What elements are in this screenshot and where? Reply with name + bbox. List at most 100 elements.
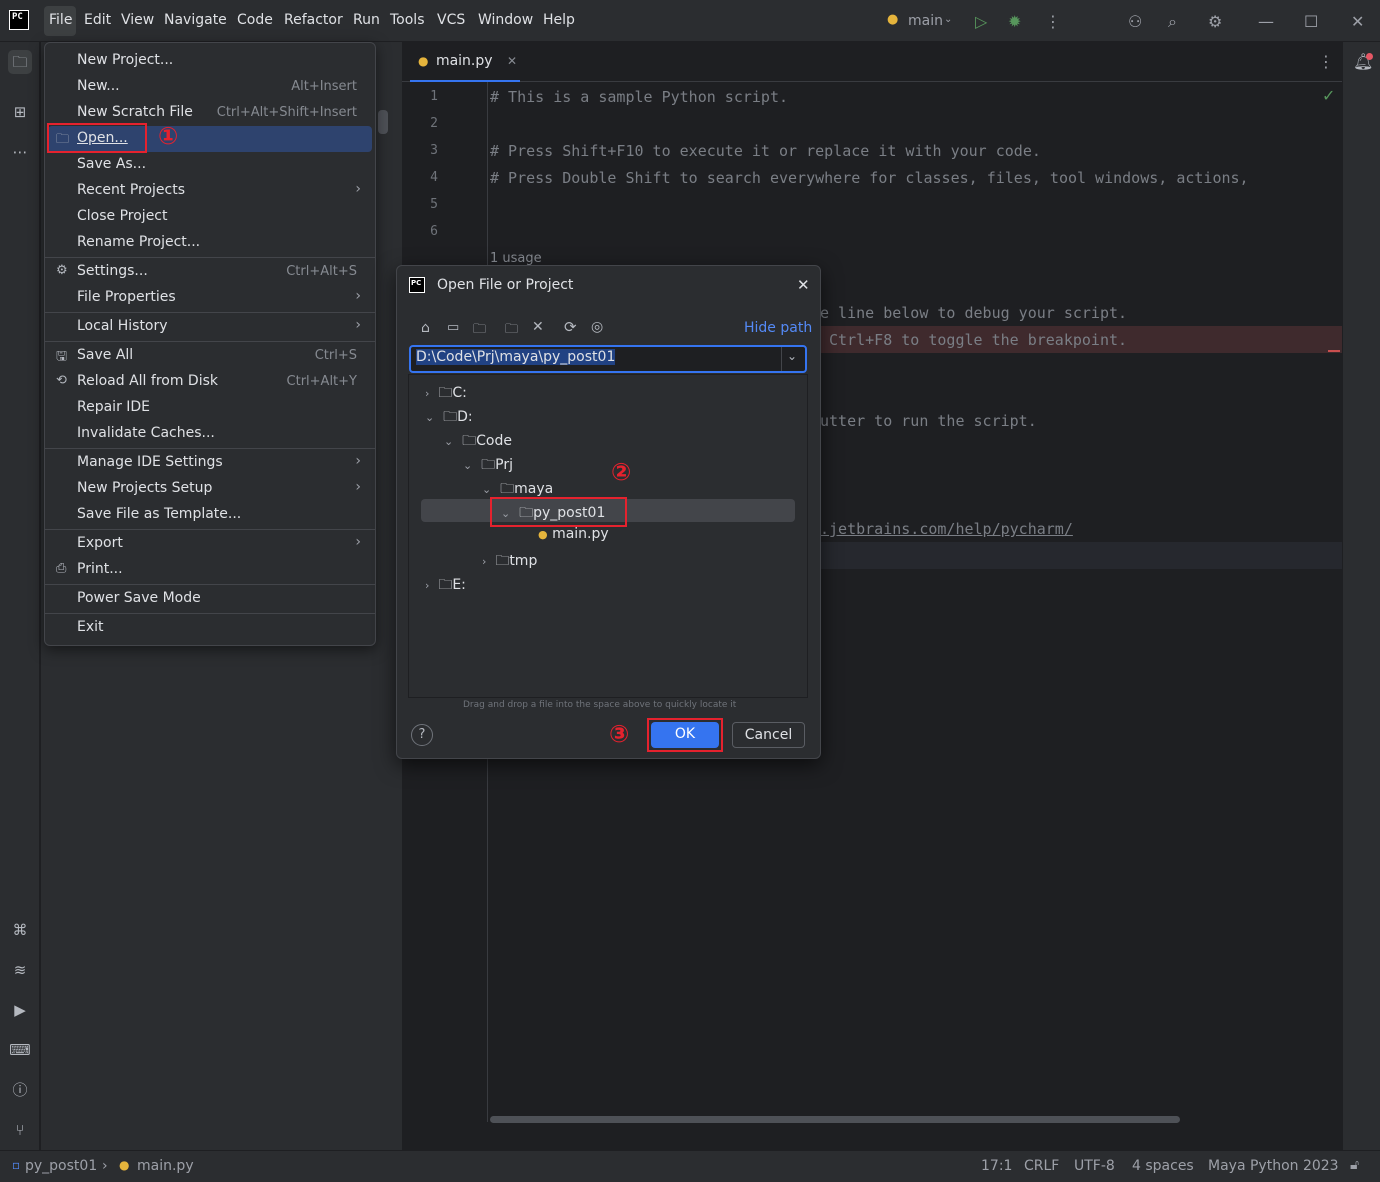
tree-node-tmp[interactable]: › 🗀tmp <box>482 550 537 574</box>
usage-hint[interactable]: 1 usage <box>490 251 542 266</box>
tab-main-py[interactable]: ● main.py ✕ <box>410 42 520 82</box>
error-stripe-marker[interactable] <box>1328 350 1340 352</box>
caret-position[interactable]: 17:1 <box>981 1158 1012 1174</box>
delete-icon[interactable]: ✕ <box>532 319 544 335</box>
branch-selector[interactable]: main <box>908 13 943 29</box>
menu-item-new-projects-setup[interactable]: New Projects Setup › <box>45 476 375 502</box>
chevron-down-icon[interactable]: ⌄ <box>425 411 434 424</box>
search-icon[interactable]: ⌕ <box>1168 12 1177 32</box>
inspection-ok-icon[interactable]: ✓ <box>1322 86 1335 105</box>
menu-item-print[interactable]: ⎙ Print... <box>45 557 375 583</box>
lock-icon[interactable]: 🔓︎ <box>1350 1157 1359 1173</box>
menu-help[interactable]: Help <box>543 12 575 28</box>
menu-item-rename-project[interactable]: Rename Project... <box>45 230 375 256</box>
refresh-icon[interactable]: ⟳ <box>564 318 577 336</box>
tree-node-d[interactable]: ⌄ 🗀D: <box>425 406 473 430</box>
indent-setting[interactable]: 4 spaces <box>1132 1158 1194 1174</box>
show-hidden-icon[interactable]: ◎ <box>591 319 603 335</box>
breadcrumb-project[interactable]: py_post01 <box>25 1158 97 1174</box>
debug-icon[interactable]: ✹ <box>1008 12 1021 31</box>
menu-item-power-save-mode[interactable]: Power Save Mode <box>45 586 375 612</box>
structure-icon[interactable]: ⊞ <box>8 100 32 124</box>
menu-run[interactable]: Run <box>353 12 380 28</box>
chevron-down-icon[interactable]: ⌄ <box>944 14 952 25</box>
project-folder-icon[interactable]: 🗀 <box>8 50 32 74</box>
code-fragment[interactable]: utter to run the script. <box>820 412 1037 430</box>
menu-item-recent-projects[interactable]: Recent Projects › <box>45 178 375 204</box>
menu-item-settings[interactable]: ⚙ Settings... Ctrl+Alt+S <box>45 259 375 285</box>
menu-file[interactable]: File <box>44 6 76 36</box>
chevron-down-icon[interactable]: ⌄ <box>444 435 453 448</box>
menu-tools[interactable]: Tools <box>390 12 425 28</box>
settings-icon[interactable]: ⚙ <box>1208 12 1222 31</box>
menu-code[interactable]: Code <box>237 12 273 28</box>
menu-item-new[interactable]: New... Alt+Insert <box>45 74 375 100</box>
tree-node-e[interactable]: › 🗀E: <box>425 574 466 598</box>
menu-item-local-history[interactable]: Local History › <box>45 314 375 340</box>
menu-item-repair-ide[interactable]: Repair IDE <box>45 395 375 421</box>
tree-node-c[interactable]: › 🗀C: <box>425 382 467 406</box>
python-interpreter[interactable]: Maya Python 2023 <box>1208 1158 1339 1174</box>
hide-path-link[interactable]: Hide path <box>744 320 812 336</box>
minimize-icon[interactable]: — <box>1258 12 1274 31</box>
tree-node-prj[interactable]: ⌄ 🗀Prj <box>463 454 513 478</box>
git-icon[interactable]: ⑂ <box>8 1118 32 1142</box>
code-line[interactable]: # This is a sample Python script. <box>490 88 788 106</box>
tab-close-icon[interactable]: ✕ <box>507 54 517 68</box>
code-line[interactable]: # Press Shift+F10 to execute it or repla… <box>490 142 1041 160</box>
problems-icon[interactable]: ⓘ <box>8 1078 32 1102</box>
chevron-right-icon[interactable]: › <box>482 555 486 568</box>
editor-more-icon[interactable]: ⋮ <box>1318 52 1334 71</box>
menu-edit[interactable]: Edit <box>84 12 111 28</box>
code-fragment[interactable]: e line below to debug your script. <box>820 304 1127 322</box>
menu-vcs[interactable]: VCS <box>437 12 465 28</box>
path-history-chevron-down-icon[interactable]: ⌄ <box>787 349 797 363</box>
menu-item-close-project[interactable]: Close Project <box>45 204 375 230</box>
horizontal-scrollbar[interactable] <box>490 1116 1180 1123</box>
python-console-icon[interactable]: ⌘ <box>8 918 32 942</box>
menu-item-reload-all[interactable]: ⟲ Reload All from Disk Ctrl+Alt+Y <box>45 369 375 395</box>
menu-window[interactable]: Window <box>478 12 533 28</box>
menu-item-save-all[interactable]: 🖫 Save All Ctrl+S <box>45 343 375 369</box>
tree-node-main-py[interactable]: ● main.py <box>538 526 609 542</box>
dialog-close-icon[interactable]: ✕ <box>797 276 810 294</box>
more-horiz-icon[interactable]: ⋯ <box>8 140 32 164</box>
code-line[interactable]: # Press Double Shift to search everywher… <box>490 169 1330 187</box>
more-vert-icon[interactable]: ⋮ <box>1045 12 1061 31</box>
new-folder-icon[interactable]: 🗀 <box>505 320 518 342</box>
run-icon[interactable]: ▷ <box>975 12 987 31</box>
chevron-down-icon[interactable]: ⌄ <box>463 459 472 472</box>
menu-item-file-properties[interactable]: File Properties › <box>45 285 375 311</box>
add-user-icon[interactable]: ⚇ <box>1128 12 1142 31</box>
close-icon[interactable]: ✕ <box>1351 12 1364 31</box>
help-button[interactable]: ? <box>411 724 433 746</box>
menu-navigate[interactable]: Navigate <box>164 12 227 28</box>
menu-item-save-file-as-template[interactable]: Save File as Template... <box>45 502 375 528</box>
services-icon[interactable]: ▶ <box>8 998 32 1022</box>
panel-scrollbar[interactable] <box>378 110 388 134</box>
breadcrumb-file[interactable]: main.py <box>137 1158 194 1174</box>
code-fragment[interactable]: Ctrl+F8 to toggle the breakpoint. <box>820 331 1127 349</box>
help-link[interactable]: .jetbrains.com/help/pycharm/ <box>820 520 1073 538</box>
menu-item-new-project[interactable]: New Project... <box>45 48 375 74</box>
file-encoding[interactable]: UTF-8 <box>1074 1158 1115 1174</box>
menu-item-export[interactable]: Export › <box>45 531 375 557</box>
menu-item-invalidate-caches[interactable]: Invalidate Caches... <box>45 421 375 447</box>
line-separator[interactable]: CRLF <box>1024 1158 1059 1174</box>
layers-icon[interactable]: ≋ <box>8 958 32 982</box>
maximize-icon[interactable]: ☐ <box>1304 12 1318 31</box>
menu-item-manage-ide-settings[interactable]: Manage IDE Settings › <box>45 450 375 476</box>
terminal-icon[interactable]: ⌨ <box>8 1038 32 1062</box>
home-icon[interactable]: ⌂ <box>421 320 430 336</box>
desktop-icon[interactable]: ▭ <box>447 320 459 335</box>
chevron-right-icon[interactable]: › <box>425 579 429 592</box>
menu-refactor[interactable]: Refactor <box>284 12 343 28</box>
chevron-down-icon[interactable]: ⌄ <box>482 483 491 496</box>
chevron-right-icon[interactable]: › <box>425 387 429 400</box>
ok-button[interactable]: OK <box>651 722 719 748</box>
menu-item-save-as[interactable]: Save As... <box>45 152 375 178</box>
tree-node-code[interactable]: ⌄ 🗀Code <box>444 430 512 454</box>
menu-item-exit[interactable]: Exit <box>45 615 375 641</box>
menu-view[interactable]: View <box>121 12 154 28</box>
project-dir-icon[interactable]: 🗀 <box>473 320 486 342</box>
